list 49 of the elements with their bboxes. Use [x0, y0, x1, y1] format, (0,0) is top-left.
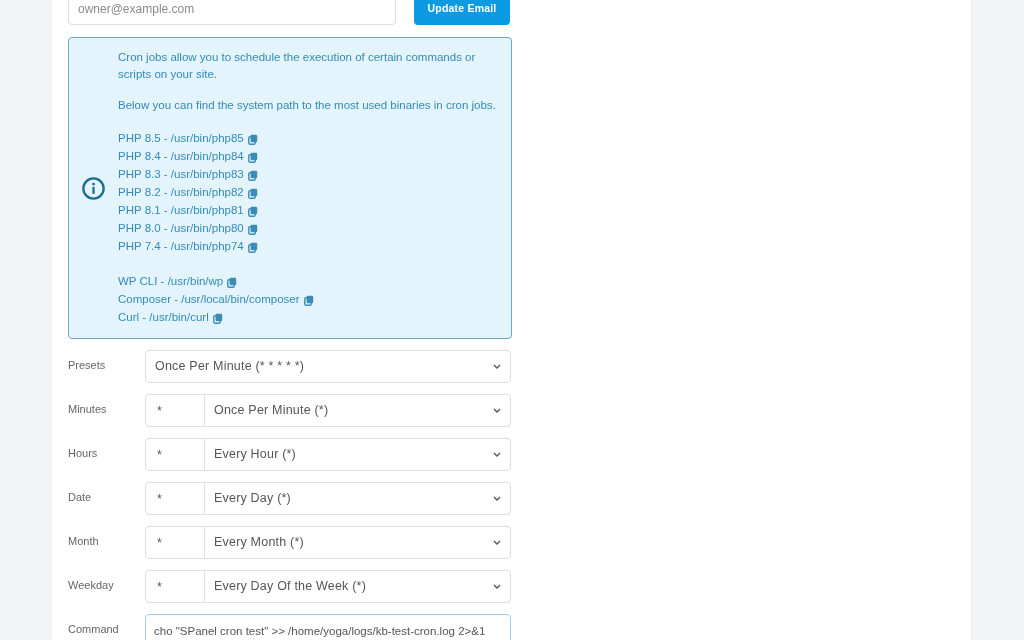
- copy-icon[interactable]: [247, 205, 258, 217]
- copy-icon[interactable]: [247, 241, 258, 253]
- copy-icon[interactable]: [247, 187, 258, 199]
- interval-select[interactable]: Once Per Minute (*): [205, 394, 511, 427]
- cron-value-input[interactable]: *: [145, 438, 205, 471]
- cron-value-input[interactable]: *: [145, 526, 205, 559]
- chevron-down-icon: [493, 584, 501, 589]
- field-label: Month: [68, 534, 100, 549]
- binary-path-text: Curl - /usr/bin/curl: [118, 310, 209, 326]
- interval-select[interactable]: Every Hour (*): [205, 438, 511, 471]
- info-icon: [82, 176, 105, 200]
- copy-icon[interactable]: [247, 169, 258, 181]
- binary-path-text: PHP 8.4 - /usr/bin/php84: [118, 149, 244, 165]
- interval-select[interactable]: Every Day (*): [205, 482, 511, 515]
- binary-path-text: PHP 8.5 - /usr/bin/php85: [118, 131, 244, 147]
- chevron-down-icon: [493, 540, 501, 545]
- chevron-down-icon: [493, 364, 501, 369]
- cron-value-input[interactable]: *: [145, 570, 205, 603]
- copy-icon[interactable]: [212, 312, 223, 324]
- field-label: Command: [68, 622, 120, 637]
- email-input[interactable]: owner@example.com: [68, 0, 396, 25]
- field-label: Hours: [68, 446, 99, 461]
- copy-icon[interactable]: [247, 151, 258, 163]
- command-input[interactable]: cho "SPanel cron test" >> /home/yoga/logs/kb-test-cron.log 2>&1: [145, 614, 511, 640]
- chevron-down-icon: [493, 496, 501, 501]
- chevron-down-icon: [493, 408, 501, 413]
- binary-path-text: Composer - /usr/local/bin/composer: [118, 292, 300, 308]
- chevron-down-icon: [493, 452, 501, 457]
- binary-path-text: PHP 8.0 - /usr/bin/php80: [118, 221, 244, 237]
- binary-path-text: PHP 8.2 - /usr/bin/php82: [118, 185, 244, 201]
- cron-value-input[interactable]: *: [145, 482, 205, 515]
- copy-icon[interactable]: [247, 223, 258, 235]
- interval-select[interactable]: Every Day Of the Week (*): [205, 570, 511, 603]
- preset-select[interactable]: Once Per Minute (* * * * *): [145, 350, 511, 383]
- cron-value-input[interactable]: *: [145, 394, 205, 427]
- interval-select[interactable]: Every Month (*): [205, 526, 511, 559]
- binary-path-text: WP CLI - /usr/bin/wp: [118, 274, 224, 290]
- copy-icon[interactable]: [303, 294, 314, 306]
- field-label: Presets: [68, 358, 107, 373]
- field-label: Minutes: [68, 402, 108, 417]
- field-label: Weekday: [68, 578, 115, 593]
- copy-icon[interactable]: [227, 276, 238, 288]
- copy-icon[interactable]: [247, 133, 258, 145]
- info-text: Cron jobs allow you to schedule the execution of certain commands or scripts on your site.: [118, 50, 477, 82]
- binary-path-text: PHP 7.4 - /usr/bin/php74: [118, 239, 244, 255]
- binary-path-text: PHP 8.1 - /usr/bin/php81: [118, 203, 244, 219]
- binary-path-text: PHP 8.3 - /usr/bin/php83: [118, 167, 244, 183]
- info-text: Below you can find the system path to the most used binaries in cron jobs.: [118, 98, 497, 113]
- field-label: Date: [68, 490, 93, 505]
